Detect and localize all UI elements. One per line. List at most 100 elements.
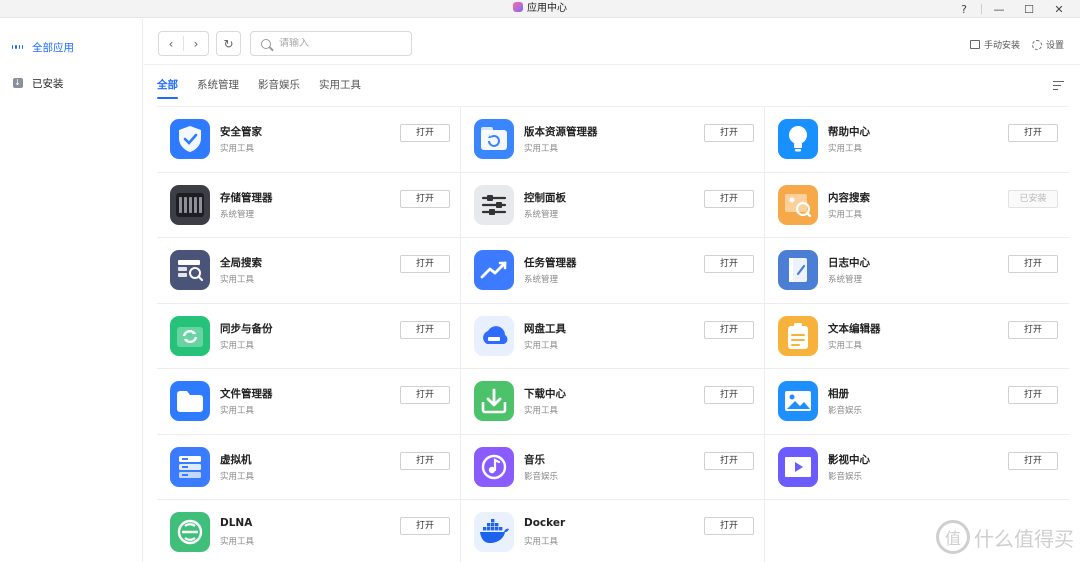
tab-media-entertainment[interactable]: 影音娱乐 [258,77,300,97]
app-category: 实用工具 [220,275,255,285]
refresh-icon: ↻ [223,36,234,51]
watermark-text: 什么值得买 [974,526,1074,551]
manual-install-button[interactable]: 手动安装 [969,38,1020,51]
app-card[interactable]: Docker 实用工具 打开 [461,500,765,562]
open-app-button[interactable]: 打开 [400,124,450,142]
maximize-button[interactable]: ☐ [1014,0,1044,18]
app-card[interactable]: 内容搜索 实用工具 已安装 [765,173,1069,238]
app-card[interactable]: 同步与备份 实用工具 打开 [157,303,461,369]
sidebar-item-installed[interactable]: ↓ 已安装 [0,71,143,95]
tab-system-management[interactable]: 系统管理 [197,77,239,97]
app-name: 相册 [828,388,849,400]
open-app-button[interactable]: 打开 [400,189,450,208]
app-category: 实用工具 [220,144,255,154]
search-box[interactable] [250,31,412,56]
app-name: 下载中心 [524,388,566,400]
settings-button[interactable]: 设置 [1031,38,1064,51]
settings-label: 设置 [1045,41,1064,51]
app-name: 网盘工具 [524,322,566,335]
open-app-button[interactable]: 打开 [704,517,754,535]
app-card[interactable]: 日志中心 系统管理 打开 [765,238,1069,304]
trend-chart-icon [474,250,514,290]
docker-whale-icon [474,512,514,552]
folder-icon [170,381,210,421]
app-card[interactable]: 相册 影音娱乐 打开 [765,369,1069,435]
app-card[interactable]: 音乐 影音娱乐 打开 [461,434,765,500]
open-app-button[interactable]: 打开 [704,451,754,470]
app-name: 文本编辑器 [828,322,881,335]
app-card[interactable]: 全局搜索 实用工具 打开 [157,238,461,304]
open-app-button[interactable]: 打开 [704,255,754,273]
window-controls: ? — ☐ ✕ [949,0,1074,18]
app-category: 影音娱乐 [524,471,559,482]
help-button[interactable]: ? [949,0,979,18]
app-card[interactable]: 影视中心影音娱乐 打开 [765,435,1069,500]
back-button[interactable]: ‹ [159,37,183,51]
folder-restore-icon [474,119,514,159]
open-app-button[interactable]: 打开 [1008,320,1058,339]
open-app-button[interactable]: 打开 [400,517,450,535]
search-input[interactable] [279,38,399,49]
cloud-disk-icon [474,315,514,356]
app-category: 影音娱乐 [828,471,863,482]
title-bar: 应用中心 ? — ☐ ✕ [0,0,1080,18]
open-app-button[interactable]: 打开 [704,189,754,208]
app-category: 实用工具 [220,537,255,547]
app-card[interactable]: 任务管理器 系统管理 打开 [461,238,765,304]
search-icon [261,38,271,49]
app-card[interactable]: DLNA 实用工具 打开 [157,500,461,562]
open-app-button[interactable]: 打开 [400,255,450,273]
manual-install-label: 手动安装 [983,41,1020,51]
tab-all[interactable]: 全部 [157,77,178,99]
minimize-button[interactable]: — [984,0,1014,18]
app-card[interactable]: 网盘工具 实用工具 打开 [461,303,765,369]
open-app-button[interactable]: 打开 [1008,386,1058,404]
tab-utilities[interactable]: 实用工具 [319,77,361,97]
grid-icon [12,42,23,53]
app-name: 虚拟机 [220,453,252,466]
refresh-button[interactable]: ↻ [216,31,241,56]
app-card[interactable]: 文件管理器 实用工具 打开 [157,369,461,435]
music-note-icon [474,446,514,487]
app-name: 影视中心 [828,453,870,466]
close-button[interactable]: ✕ [1044,0,1074,18]
app-card[interactable]: 虚拟机 实用工具 打开 [157,434,461,500]
open-app-button[interactable]: 打开 [400,451,450,470]
app-category: 实用工具 [220,406,255,416]
log-notebook-icon [778,250,818,290]
sync-folder-icon [170,315,210,356]
download-tray-icon [474,381,514,421]
app-card[interactable]: 控制面板 系统管理 打开 [461,172,765,238]
open-app-button[interactable]: 打开 [400,386,450,404]
app-card[interactable]: 版本资源管理器 实用工具 打开 [461,107,765,173]
app-category: 实用工具 [524,144,559,154]
app-name: 帮助中心 [828,126,870,138]
open-app-button[interactable]: 打开 [1008,124,1058,142]
app-center-logo-icon [513,2,523,12]
open-app-button[interactable]: 打开 [704,386,754,404]
app-name: 内容搜索 [828,191,870,204]
app-card[interactable]: 下载中心 实用工具 打开 [461,369,765,435]
sidebar-item-all-apps[interactable]: 全部应用 [0,35,143,59]
shield-icon [170,119,210,159]
open-app-button[interactable]: 打开 [1008,255,1058,273]
sort-list-icon[interactable] [1053,80,1064,91]
app-category: 实用工具 [828,340,863,351]
sidebar-item-label: 全部应用 [32,41,74,54]
open-app-button[interactable]: 打开 [400,320,450,339]
app-name: Docker [524,517,566,529]
app-card[interactable]: 存储管理器 系统管理 打开 [157,172,461,238]
app-card[interactable]: 安全管家 实用工具 打开 [157,107,461,173]
app-card[interactable]: 帮助中心实用工具 打开 [765,107,1069,173]
forward-button[interactable]: › [184,37,208,51]
watermark: 值 什么值得买 [936,520,1074,554]
open-app-button[interactable]: 打开 [704,320,754,339]
app-category: 实用工具 [220,340,255,351]
app-category: 实用工具 [828,144,863,154]
server-vm-icon [170,446,210,487]
watermark-logo-icon: 值 [936,520,970,554]
app-card[interactable]: 文本编辑器实用工具 打开 [765,304,1069,369]
open-app-button[interactable]: 打开 [704,124,754,142]
lightbulb-icon [778,119,818,159]
open-app-button[interactable]: 打开 [1008,451,1058,470]
